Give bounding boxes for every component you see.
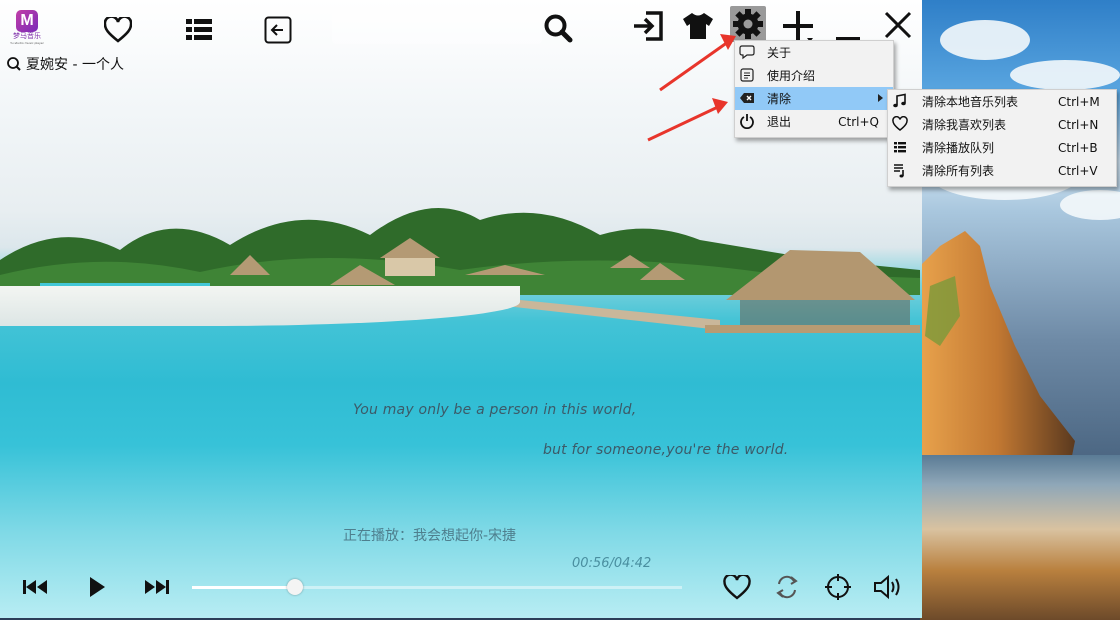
submenu-item-clear-favorites[interactable]: 清除我喜欢列表 Ctrl+N	[888, 113, 1116, 136]
clear-submenu: 清除本地音乐列表 Ctrl+M 清除我喜欢列表 Ctrl+N 清除播放队列 Ct…	[887, 89, 1117, 187]
submenu-item-clear-all[interactable]: 清除所有列表 Ctrl+V	[888, 159, 1116, 182]
submenu-item-shortcut: Ctrl+M	[1058, 94, 1100, 109]
volume-icon[interactable]	[870, 572, 906, 602]
speech-bubble-icon	[739, 45, 755, 60]
menu-item-clear[interactable]: 清除	[735, 87, 893, 110]
submenu-item-shortcut: Ctrl+B	[1058, 140, 1098, 155]
previous-track-icon[interactable]	[20, 574, 52, 600]
logo-subtext: Yu studio music player	[10, 41, 44, 45]
search-small-icon	[7, 57, 21, 71]
like-heart-icon[interactable]	[720, 572, 754, 602]
close-icon[interactable]	[880, 8, 916, 42]
next-track-icon[interactable]	[140, 574, 172, 600]
menu-item-about[interactable]: 关于	[735, 41, 893, 64]
playlist-icon[interactable]	[183, 14, 215, 46]
playlist-icon	[894, 164, 904, 178]
time-display: 00:56/04:42	[572, 556, 652, 571]
submenu-item-label: 清除播放队列	[922, 141, 995, 155]
list-icon	[894, 142, 906, 153]
menu-item-label: 退出	[767, 115, 792, 129]
submenu-item-label: 清除我喜欢列表	[922, 118, 1007, 132]
logo-text: 梦马音乐	[13, 32, 41, 40]
progress-bar[interactable]	[192, 579, 682, 595]
lyric-line-1: You may only be a person in this world,	[353, 402, 637, 418]
search-icon[interactable]	[540, 10, 576, 46]
add-plus-icon[interactable]	[780, 8, 816, 44]
document-icon	[740, 68, 754, 82]
clear-icon	[740, 93, 754, 103]
submenu-item-label: 清除所有列表	[922, 164, 995, 178]
logo-mark: M	[16, 10, 38, 32]
now-playing-label: 正在播放：我会想起你-宋捷	[343, 528, 517, 544]
menu-item-label: 关于	[767, 46, 792, 60]
play-icon[interactable]	[84, 574, 110, 600]
submenu-item-clear-local[interactable]: 清除本地音乐列表 Ctrl+M	[888, 90, 1116, 113]
repeat-mode-icon[interactable]	[770, 572, 804, 602]
back-arrow-icon[interactable]	[262, 14, 294, 46]
tropical-island-scene	[0, 208, 920, 333]
current-song-row: 夏婉安 - 一个人	[6, 54, 124, 74]
app-logo: M 梦马音乐 Yu studio music player	[10, 10, 44, 46]
search-input[interactable]	[332, 8, 542, 44]
favorites-heart-icon[interactable]	[102, 14, 134, 46]
submenu-item-shortcut: Ctrl+N	[1058, 117, 1099, 132]
lyric-line-2: but for someone,you're the world.	[543, 442, 789, 458]
power-icon	[740, 114, 754, 129]
menu-item-guide[interactable]: 使用介绍	[735, 64, 893, 87]
submenu-item-clear-queue[interactable]: 清除播放队列 Ctrl+B	[888, 136, 1116, 159]
submenu-arrow-icon	[878, 94, 883, 102]
current-song-label: 夏婉安 - 一个人	[26, 57, 124, 73]
music-note-icon	[893, 93, 906, 108]
progress-handle[interactable]	[286, 579, 303, 595]
menu-item-label: 清除	[767, 92, 792, 106]
menu-item-label: 使用介绍	[767, 69, 816, 83]
menu-item-shortcut: Ctrl+Q	[838, 114, 879, 129]
settings-menu: 关于 使用介绍 清除 退出 Ctrl+Q	[734, 40, 894, 138]
submenu-item-shortcut: Ctrl+V	[1058, 163, 1098, 178]
submenu-item-label: 清除本地音乐列表	[922, 95, 1019, 109]
sunset-sea	[920, 455, 1120, 620]
locate-target-icon[interactable]	[822, 572, 854, 602]
rock-formation	[920, 231, 1075, 466]
progress-fill	[192, 586, 295, 589]
heart-icon	[892, 116, 908, 131]
menu-item-exit[interactable]: 退出 Ctrl+Q	[735, 110, 893, 133]
